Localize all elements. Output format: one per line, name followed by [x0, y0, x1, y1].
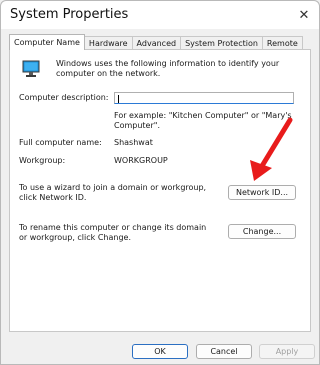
- apply-button[interactable]: Apply: [259, 344, 315, 359]
- workgroup-value: WORKGROUP: [114, 156, 168, 165]
- full-computer-name-label: Full computer name:: [19, 138, 102, 147]
- tab-system-protection[interactable]: System Protection: [180, 36, 263, 50]
- close-icon[interactable]: ✕: [293, 5, 315, 25]
- change-button[interactable]: Change...: [228, 224, 296, 239]
- description-example-text: For example: "Kitchen Computer" or "Mary…: [114, 111, 292, 130]
- window-title: System Properties: [10, 7, 129, 22]
- tab-strip: Computer Name Hardware Advanced System P…: [9, 34, 303, 50]
- intro-text: Windows uses the following information t…: [56, 59, 280, 78]
- tab-remote[interactable]: Remote: [261, 36, 303, 50]
- monitor-icon: [22, 60, 40, 77]
- rename-instructions: To rename this computer or change its do…: [19, 223, 207, 242]
- computer-description-input[interactable]: [114, 92, 294, 104]
- tab-advanced[interactable]: Advanced: [131, 36, 182, 50]
- system-properties-window: System Properties ✕ Computer Name Hardwa…: [0, 0, 320, 365]
- ok-button[interactable]: OK: [132, 344, 188, 359]
- computer-description-label: Computer description:: [19, 93, 109, 102]
- tab-computer-name[interactable]: Computer Name: [9, 34, 85, 50]
- text-caret: [118, 95, 119, 103]
- tab-hardware[interactable]: Hardware: [83, 36, 133, 50]
- computer-name-panel: Windows uses the following information t…: [9, 49, 311, 332]
- network-id-button[interactable]: Network ID...: [228, 185, 296, 200]
- full-computer-name-value: Shashwat: [114, 138, 153, 147]
- title-bar: System Properties ✕: [1, 1, 319, 29]
- workgroup-label: Workgroup:: [19, 156, 66, 165]
- network-id-instructions: To use a wizard to join a domain or work…: [19, 183, 207, 202]
- cancel-button[interactable]: Cancel: [196, 344, 252, 359]
